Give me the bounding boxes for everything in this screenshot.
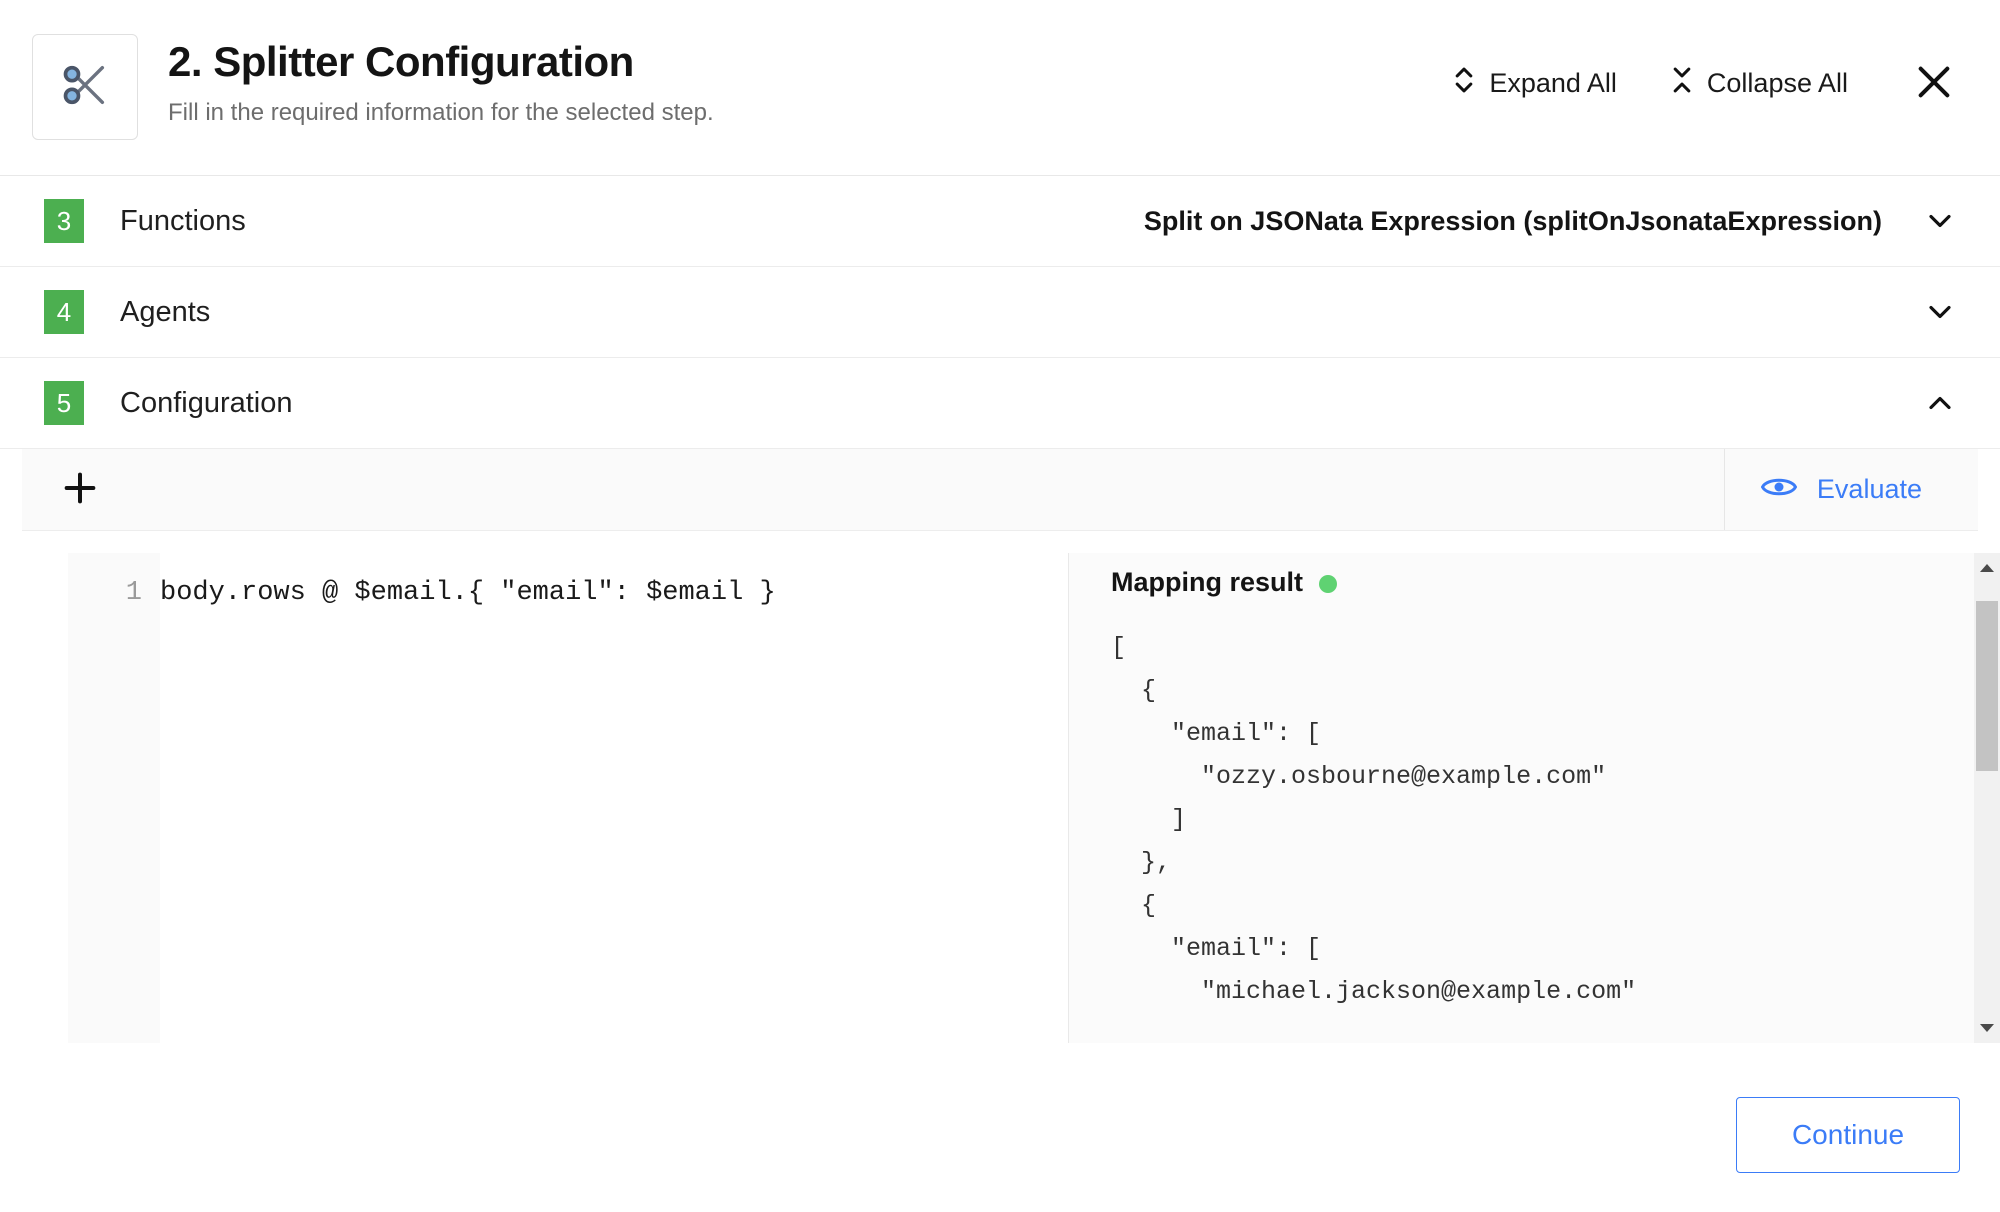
jsonata-editor[interactable]: 1 body.rows @ $email.{ "email": $email } bbox=[0, 553, 1068, 1043]
mapping-result-title: Mapping result bbox=[1111, 567, 1304, 597]
mapping-result-header: Mapping result bbox=[1069, 553, 2000, 598]
config-panes: 1 body.rows @ $email.{ "email": $email }… bbox=[0, 553, 2000, 1043]
close-icon bbox=[1914, 62, 1954, 105]
page-subtitle: Fill in the required information for the… bbox=[168, 99, 714, 127]
accordion-row-configuration[interactable]: 5 Configuration bbox=[0, 358, 2000, 449]
configuration-toolbar: Evaluate bbox=[22, 449, 1978, 531]
chevron-up-icon[interactable] bbox=[1920, 388, 1960, 418]
expand-all-label: Expand All bbox=[1489, 68, 1617, 98]
editor-line: 1 body.rows @ $email.{ "email": $email } bbox=[0, 553, 1068, 613]
accordion-row-functions[interactable]: 3 Functions Split on JSONata Expression … bbox=[0, 176, 2000, 267]
header-actions: Expand All Collapse All bbox=[1439, 32, 1960, 109]
accordion-row-agents[interactable]: 4 Agents bbox=[0, 267, 2000, 358]
mapping-result-json: [ { "email": [ "ozzy.osbourne@example.co… bbox=[1111, 633, 1637, 1006]
title-block: 2. Splitter Configuration Fill in the re… bbox=[168, 32, 1439, 128]
collapse-chevrons-icon bbox=[1671, 65, 1693, 102]
editor-code-text[interactable]: body.rows @ $email.{ "email": $email } bbox=[160, 575, 776, 613]
step-badge: 3 bbox=[44, 199, 84, 243]
mapping-result-panel: Mapping result [ { "email": [ "ozzy.osbo… bbox=[1068, 553, 2000, 1043]
accordion-label: Agents bbox=[120, 295, 211, 328]
accordion-label: Configuration bbox=[120, 386, 293, 419]
page-title: 2. Splitter Configuration bbox=[168, 38, 634, 85]
step-icon-box bbox=[32, 34, 138, 140]
dialog-header: 2. Splitter Configuration Fill in the re… bbox=[0, 0, 2000, 176]
close-button[interactable] bbox=[1908, 58, 1960, 109]
status-badge bbox=[1319, 575, 1338, 593]
collapse-all-button[interactable]: Collapse All bbox=[1657, 59, 1862, 108]
step-badge: 4 bbox=[44, 290, 84, 334]
collapse-all-label: Collapse All bbox=[1706, 68, 1848, 98]
scrollbar-thumb[interactable] bbox=[1976, 601, 1998, 771]
accordion: 3 Functions Split on JSONata Expression … bbox=[0, 176, 2000, 449]
evaluate-button[interactable]: Evaluate bbox=[1723, 449, 1978, 530]
chevron-down-icon[interactable] bbox=[1920, 206, 1960, 236]
continue-button[interactable]: Continue bbox=[1736, 1097, 1960, 1173]
plus-icon bbox=[60, 468, 100, 511]
step-badge: 5 bbox=[44, 381, 84, 425]
eye-icon bbox=[1760, 474, 1798, 505]
editor-gutter bbox=[68, 553, 160, 1043]
chevron-down-icon[interactable] bbox=[1920, 297, 1960, 327]
expand-chevrons-icon bbox=[1453, 65, 1475, 102]
accordion-selected-value: Split on JSONata Expression (splitOnJson… bbox=[1143, 205, 1882, 236]
evaluate-label: Evaluate bbox=[1816, 474, 1922, 504]
add-button[interactable] bbox=[56, 464, 104, 515]
result-scrollbar[interactable] bbox=[1974, 553, 2000, 1043]
scissors-icon bbox=[59, 59, 111, 116]
scrollbar-track[interactable] bbox=[1974, 583, 2000, 1013]
line-number: 1 bbox=[125, 578, 142, 608]
scroll-up-button[interactable] bbox=[1974, 553, 2000, 583]
expand-all-button[interactable]: Expand All bbox=[1439, 59, 1631, 108]
dialog-footer: Continue bbox=[0, 1058, 2000, 1212]
scroll-down-button[interactable] bbox=[1974, 1013, 2000, 1043]
accordion-label: Functions bbox=[120, 204, 246, 237]
